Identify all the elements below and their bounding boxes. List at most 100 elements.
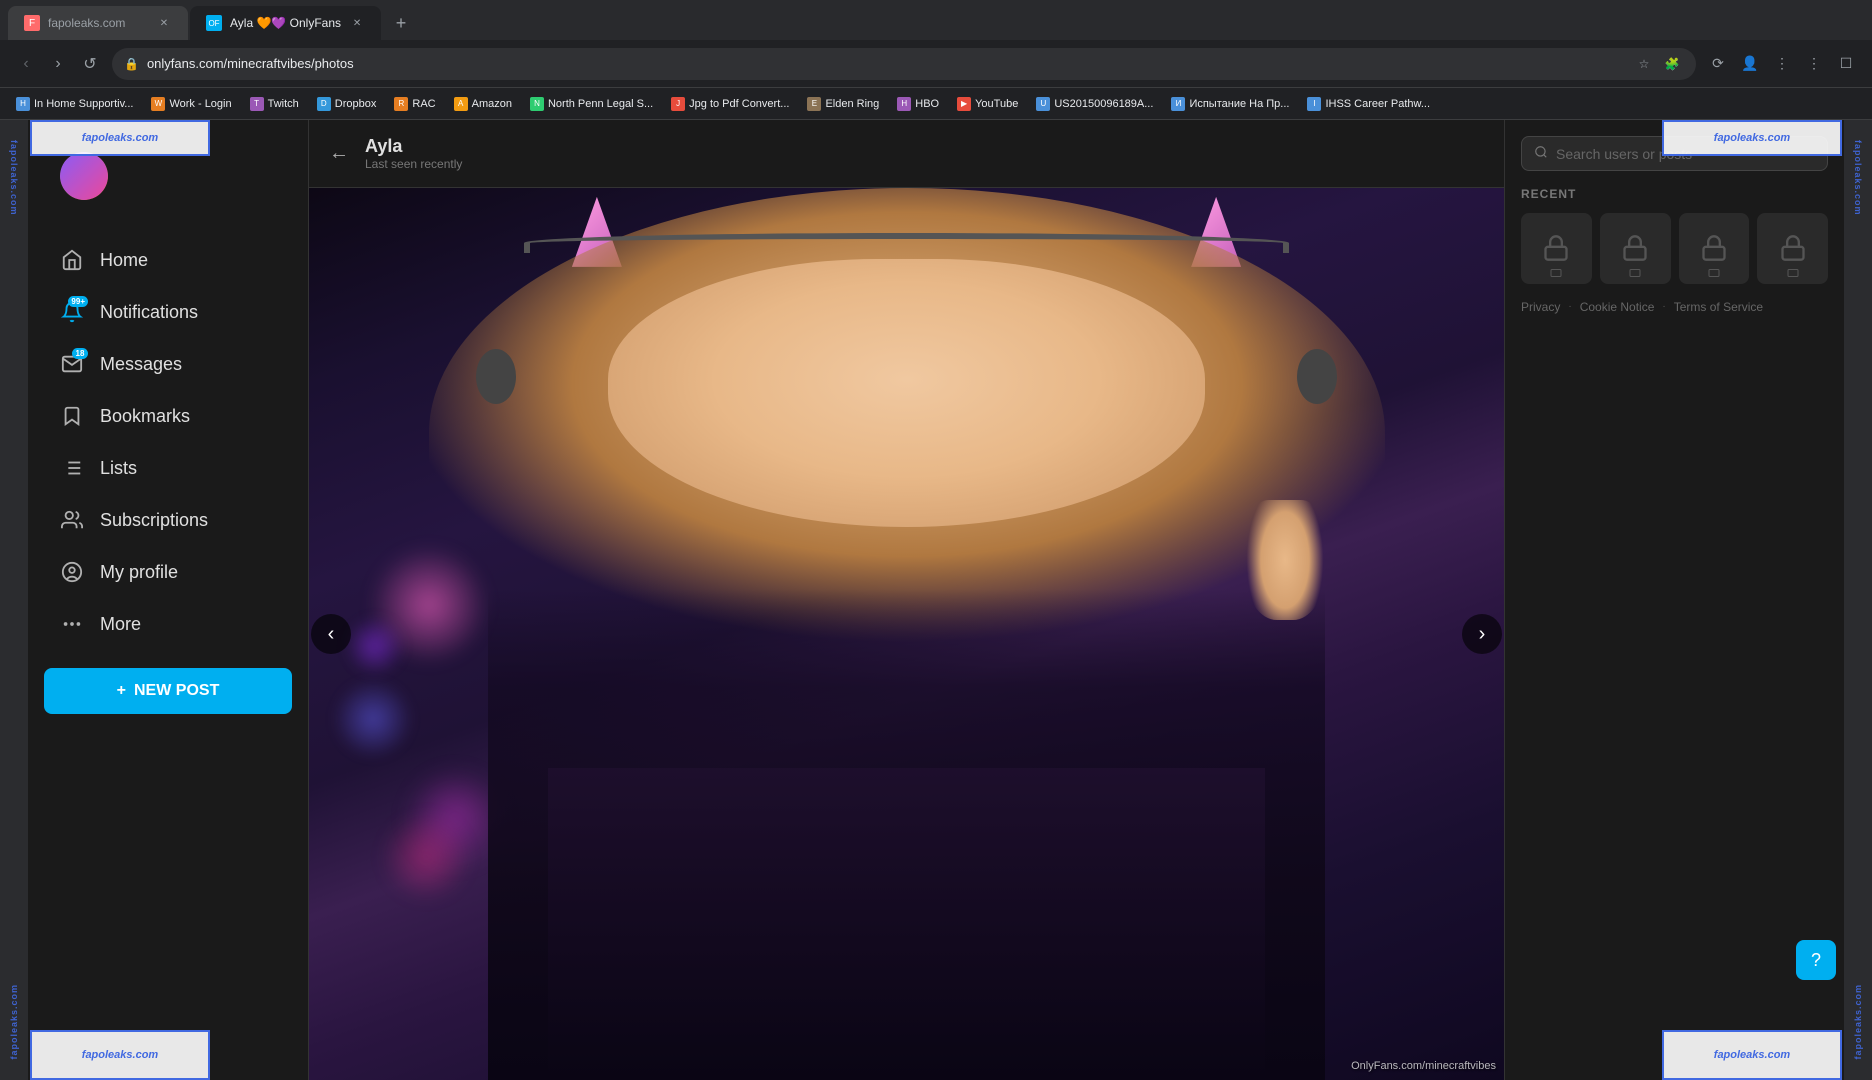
new-post-icon: + [117, 682, 126, 700]
forward-button[interactable]: › [44, 50, 72, 78]
bookmark-twitch[interactable]: T Twitch [242, 92, 307, 116]
sidebar-item-subscriptions[interactable]: Subscriptions [36, 496, 300, 544]
sidebar-item-bookmarks[interactable]: Bookmarks [36, 392, 300, 440]
new-post-button[interactable]: + NEW POST [44, 668, 292, 714]
recent-item-3[interactable] [1679, 213, 1750, 284]
tab-label-onlyfans: Ayla 🧡💜 OnlyFans [230, 16, 341, 30]
tab-onlyfans[interactable]: OF Ayla 🧡💜 OnlyFans ✕ [190, 6, 381, 40]
restore-button[interactable]: ☐ [1832, 50, 1860, 78]
profile-name-area: Ayla Last seen recently [365, 136, 462, 171]
bokeh-light-5 [381, 812, 471, 902]
headphone-band [524, 233, 1289, 253]
footer-terms-link[interactable]: Terms of Service [1674, 300, 1763, 314]
bookmark-rac[interactable]: R RAC [386, 92, 443, 116]
bookmark-legal[interactable]: N North Penn Legal S... [522, 92, 661, 116]
bookmark-label-rac: RAC [412, 98, 435, 110]
bookmark-favicon-youtube: ▶ [957, 97, 971, 111]
recent-title: RECENT [1521, 187, 1828, 201]
extension-button[interactable]: 🧩 [1660, 52, 1684, 76]
tab-close-onlyfans[interactable]: ✕ [349, 15, 365, 31]
recent-item-2[interactable] [1600, 213, 1671, 284]
bookmark-favicon-home: H [16, 97, 30, 111]
sidebar-item-more[interactable]: More [36, 600, 300, 648]
prev-photo-button[interactable]: ‹ [311, 614, 351, 654]
bookmark-amazon[interactable]: A Amazon [446, 92, 520, 116]
sidebar-label-messages: Messages [100, 354, 182, 375]
extensions-button[interactable]: ⋮ [1768, 50, 1796, 78]
recent-item-2-bottom [1604, 268, 1667, 280]
bookmark-elden-ring[interactable]: E Elden Ring [799, 92, 887, 116]
clothing-element [548, 768, 1265, 1080]
bokeh-light-4 [345, 616, 405, 676]
sidebar-item-lists[interactable]: Lists [36, 444, 300, 492]
tab-favicon-fapoleaks: F [24, 15, 40, 31]
bottom-watermark-right-text: fapoleaks.com [1714, 1049, 1790, 1061]
sidebar: Home 99+ Notifications [28, 120, 308, 1080]
url-bar[interactable]: 🔒 onlyfans.com/minecraftvibes/photos ☆ 🧩 [112, 48, 1696, 80]
bookmark-label-elden: Elden Ring [825, 98, 879, 110]
bookmark-us-patent[interactable]: U US20150096189A... [1028, 92, 1161, 116]
recent-item-4-bottom [1761, 268, 1824, 280]
bottom-watermark-right: fapoleaks.com [1662, 1030, 1842, 1080]
url-actions: ☆ 🧩 [1632, 52, 1684, 76]
bookmark-favicon-ispytanie: И [1171, 97, 1185, 111]
photo-attribution: OnlyFans.com/minecraftvibes [1351, 1060, 1496, 1072]
new-post-label: NEW POST [134, 682, 219, 700]
bookmark-label-legal: North Penn Legal S... [548, 98, 653, 110]
next-photo-button[interactable]: › [1462, 614, 1502, 654]
bookmark-favicon-twitch: T [250, 97, 264, 111]
browser-frame: F fapoleaks.com ✕ OF Ayla 🧡💜 OnlyFans ✕ … [0, 0, 1872, 1080]
bookmark-ispytanie[interactable]: И Испытание На Пр... [1163, 92, 1297, 116]
bookmark-label-patent: US20150096189A... [1054, 98, 1153, 110]
footer-links: Privacy · Cookie Notice · Terms of Servi… [1521, 300, 1828, 314]
bookmark-work-login[interactable]: W Work - Login [143, 92, 239, 116]
back-button[interactable]: ← [329, 142, 349, 165]
bookmark-favicon-dropbox: D [317, 97, 331, 111]
footer-privacy-link[interactable]: Privacy [1521, 300, 1560, 314]
bookmark-jpg-pdf[interactable]: J Jpg to Pdf Convert... [663, 92, 797, 116]
share-button[interactable]: ⟳ [1704, 50, 1732, 78]
sidebar-item-my-profile[interactable]: My profile [36, 548, 300, 596]
lists-icon [60, 456, 84, 480]
bookmark-dropbox[interactable]: D Dropbox [309, 92, 385, 116]
help-icon: ? [1811, 950, 1821, 971]
bookmark-hbo[interactable]: H HBO [889, 92, 947, 116]
bookmark-favicon-hbo: H [897, 97, 911, 111]
headphone-right [1297, 349, 1337, 404]
sidebar-item-notifications[interactable]: 99+ Notifications [36, 288, 300, 336]
right-panel: RECENT [1504, 120, 1844, 1080]
menu-button[interactable]: ⋮ [1800, 50, 1828, 78]
tab-bar: F fapoleaks.com ✕ OF Ayla 🧡💜 OnlyFans ✕ … [0, 0, 1872, 40]
notifications-icon: 99+ [60, 300, 84, 324]
new-tab-button[interactable]: + [387, 9, 415, 37]
left-watermark-text-bottom: fapoleaks.com [9, 984, 19, 1060]
bookmark-ihss[interactable]: I IHSS Career Pathw... [1299, 92, 1438, 116]
back-button[interactable]: ‹ [12, 50, 40, 78]
recent-section: RECENT [1521, 187, 1828, 284]
reload-button[interactable]: ↺ [76, 50, 104, 78]
nav-buttons: ‹ › ↺ [12, 50, 104, 78]
bookmark-youtube[interactable]: ▶ YouTube [949, 92, 1026, 116]
avatar[interactable] [60, 152, 108, 200]
search-icon [1534, 145, 1548, 162]
content-area: fapoleaks.com fapoleaks.com fapoleaks.co… [0, 120, 1872, 1080]
bookmark-label-ispytanie: Испытание На Пр... [1189, 98, 1289, 110]
right-side-watermark: fapoleaks.com fapoleaks.com [1844, 120, 1872, 1080]
tab-fapoleaks[interactable]: F fapoleaks.com ✕ [8, 6, 188, 40]
tab-close-fapoleaks[interactable]: ✕ [156, 15, 172, 31]
avatar-image [60, 152, 108, 200]
messages-badge: 18 [72, 348, 88, 359]
bookmark-home-supportiv[interactable]: H In Home Supportiv... [8, 92, 141, 116]
profile-button[interactable]: 👤 [1736, 50, 1764, 78]
sidebar-item-messages[interactable]: 18 Messages [36, 340, 300, 388]
sidebar-item-home[interactable]: Home [36, 236, 300, 284]
bookmark-star-button[interactable]: ☆ [1632, 52, 1656, 76]
help-button[interactable]: ? [1796, 940, 1836, 980]
footer-cookie-link[interactable]: Cookie Notice [1580, 300, 1655, 314]
bookmark-favicon-patent: U [1036, 97, 1050, 111]
recent-item-4[interactable] [1757, 213, 1828, 284]
bookmark-label-youtube: YouTube [975, 98, 1018, 110]
messages-icon: 18 [60, 352, 84, 376]
recent-item-1[interactable] [1521, 213, 1592, 284]
bookmarks-icon [60, 404, 84, 428]
